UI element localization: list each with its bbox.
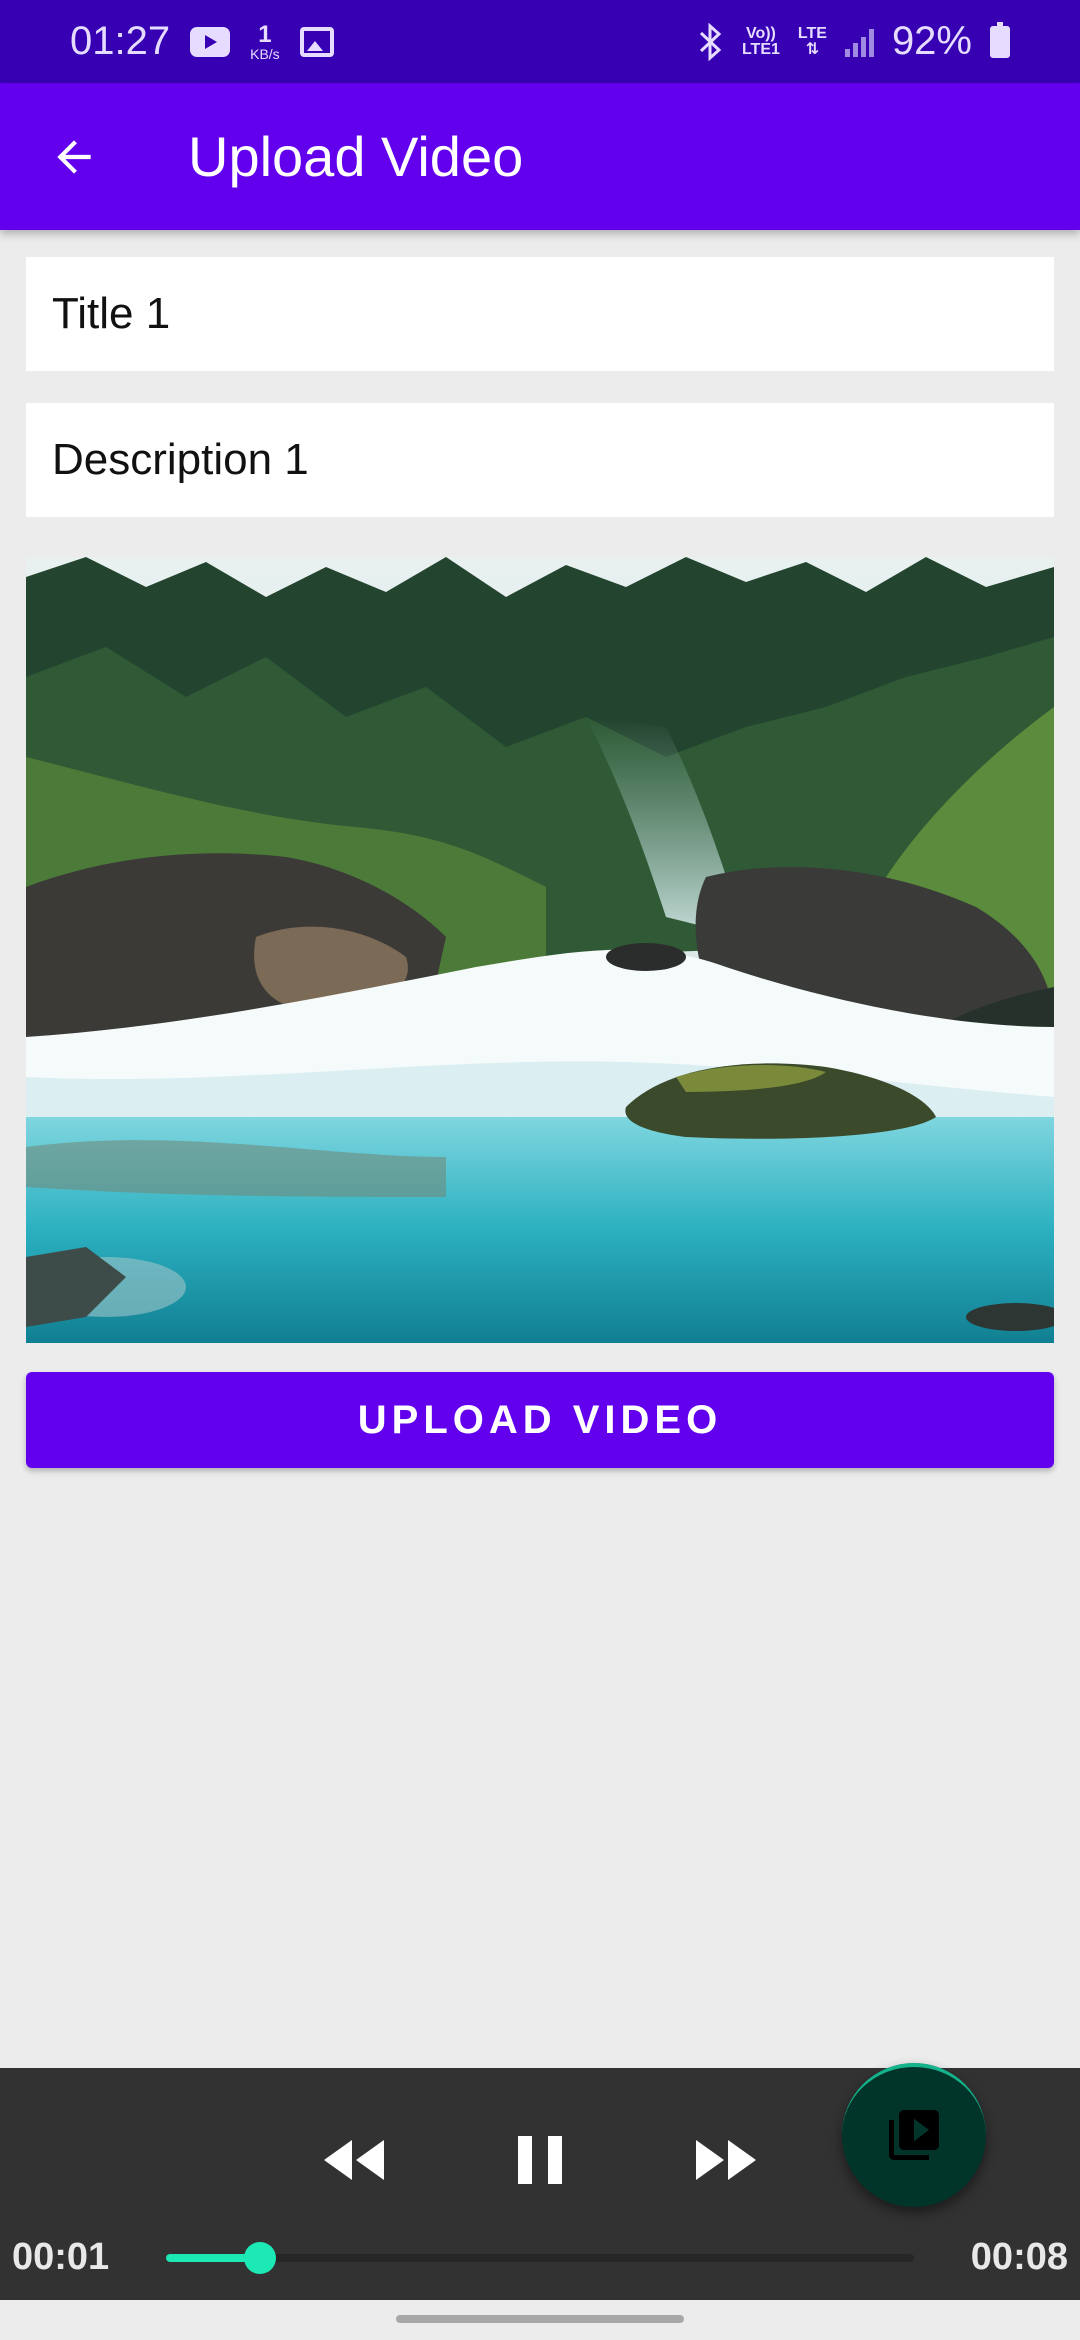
signal-icon [844,27,874,57]
video-frame-image [26,557,1054,1343]
bluetooth-icon [699,22,722,61]
total-duration: 00:08 [970,2236,1068,2278]
volte-top: Vo)) [745,24,776,42]
status-time: 01:27 [70,19,171,63]
lte-indicator: LTE ⇅ [797,24,827,58]
battery-percent: 92% [891,19,972,63]
gesture-nav-handle[interactable] [396,2315,684,2323]
rewind-button[interactable] [314,2130,394,2190]
status-bar: 01:27 1 KB/s Vo)) LTE1 LTE ⇅ 92% [0,0,1080,83]
network-speed-value: 1 [258,20,272,48]
youtube-icon [190,26,231,57]
lte-label: LTE [797,24,827,42]
volte-indicator: Vo)) LTE1 [741,24,780,58]
app-bar: Upload Video [0,83,1080,230]
page-title: Upload Video [188,125,524,188]
pause-icon [518,2136,562,2184]
image-icon [299,26,334,57]
back-button[interactable] [32,115,116,199]
volte-bottom: LTE1 [741,40,780,58]
video-library-icon [889,2110,939,2160]
status-left: 01:27 1 KB/s [70,19,334,64]
seek-bar[interactable] [166,2242,914,2274]
status-right: Vo)) LTE1 LTE ⇅ 92% [698,19,1010,64]
upload-video-button[interactable]: UPLOAD VIDEO [26,1372,1054,1468]
video-preview[interactable] [26,557,1054,1343]
network-speed: 1 KB/s [250,20,280,62]
current-time: 00:01 [12,2236,110,2278]
description-input[interactable] [26,403,1054,517]
title-input[interactable] [26,257,1054,371]
fast-forward-icon [696,2140,756,2180]
data-arrows-icon: ⇅ [805,40,820,58]
arrow-left-icon [57,139,91,174]
fast-forward-button[interactable] [686,2130,766,2190]
rewind-icon [324,2140,384,2180]
pause-button[interactable] [500,2130,580,2190]
network-speed-unit: KB/s [250,45,280,62]
seek-bar-thumb[interactable] [243,2242,276,2274]
pick-video-fab[interactable] [842,2063,986,2207]
battery-icon [990,21,1010,58]
